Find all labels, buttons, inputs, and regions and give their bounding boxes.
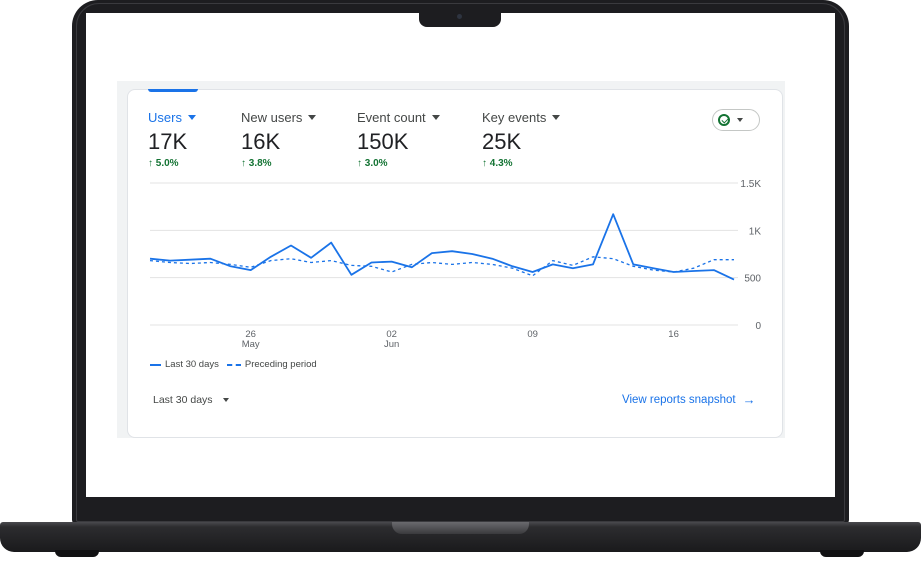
y-tick-label: 1.5K <box>740 179 761 190</box>
x-tick-month-label: Jun <box>384 339 399 350</box>
date-range-label: Last 30 days <box>153 394 213 406</box>
legend-solid-line <box>150 363 161 366</box>
legend-dashed-line <box>226 363 241 366</box>
line-chart: 1.5K1K500026May02Jun09 16 <box>149 179 762 350</box>
chart-legend: Last 30 days Preceding period <box>150 359 317 370</box>
y-tick-label: 500 <box>744 274 761 285</box>
y-tick-label: 1K <box>749 226 762 237</box>
date-range-dropdown[interactable]: Last 30 days <box>153 394 229 406</box>
series-line-last-30-days <box>149 213 735 281</box>
laptop-foot-left <box>55 550 99 557</box>
camera-icon <box>457 14 462 19</box>
view-reports-snapshot-link[interactable]: View reports snapshot → <box>622 392 756 407</box>
legend-item-current: Last 30 days <box>150 359 219 370</box>
laptop-screen: Users 17K ↑ 5.0% New users 16K ↑ 3.8% Ev… <box>86 13 835 497</box>
x-tick-month-label: May <box>242 339 260 350</box>
snapshot-link-label: View reports snapshot <box>622 394 736 406</box>
chevron-down-icon <box>222 398 229 402</box>
arrow-right-icon: → <box>742 392 756 407</box>
x-tick-label: 16 <box>668 329 679 340</box>
legend-item-previous: Preceding period <box>226 359 317 370</box>
y-tick-label: 0 <box>755 321 761 332</box>
laptop-hinge <box>392 522 529 534</box>
laptop-foot-right <box>820 550 864 557</box>
x-tick-label: 09 <box>527 329 538 340</box>
